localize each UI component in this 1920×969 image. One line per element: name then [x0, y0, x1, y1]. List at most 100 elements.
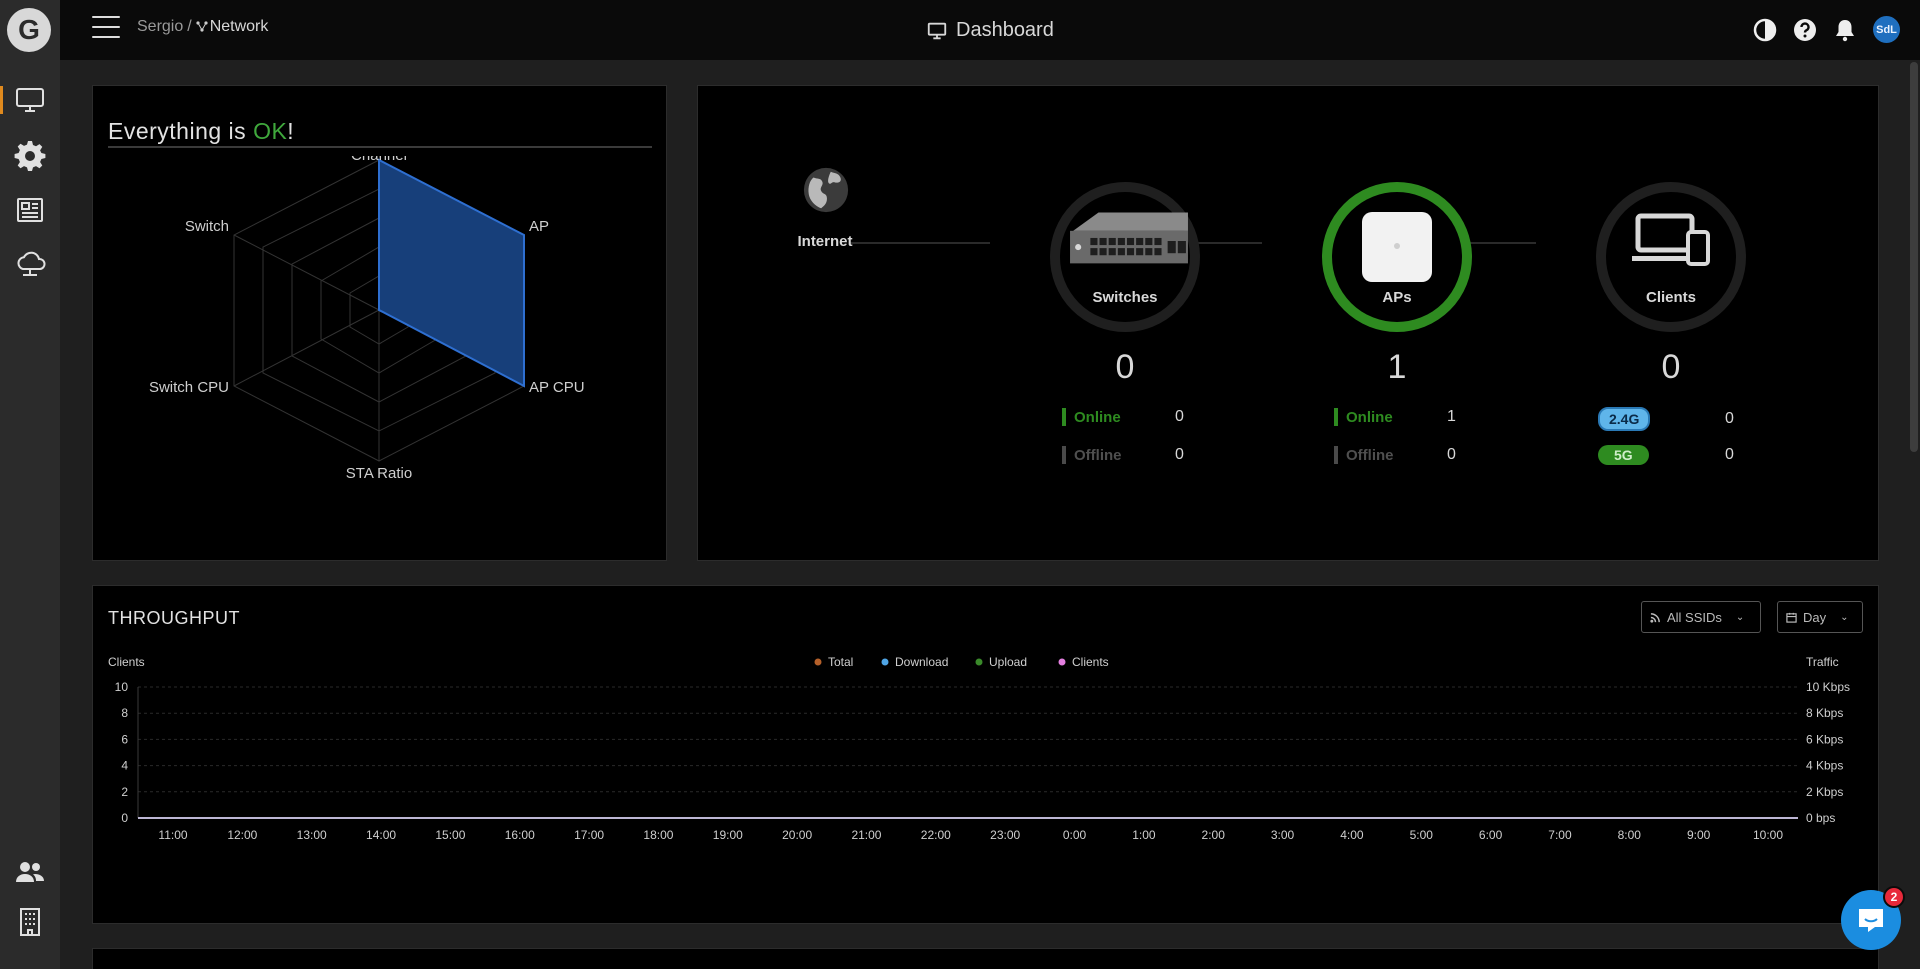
contrast-icon — [1753, 18, 1777, 41]
offline-indicator — [1334, 446, 1338, 464]
aps-node[interactable]: APs 1 — [1322, 182, 1472, 386]
chevron-down-icon: ⌄ — [1735, 611, 1745, 623]
breadcrumb-network[interactable]: Network — [210, 18, 269, 35]
y-left-tick: 6 — [121, 732, 128, 746]
aps-offline-row: Offline 0 — [1334, 446, 1464, 464]
x-tick: 17:00 — [574, 828, 604, 842]
page-title-text: Dashboard — [956, 19, 1054, 41]
menu-toggle-button[interactable] — [92, 16, 120, 38]
status-ok: OK — [253, 118, 288, 144]
clients-label: Clients — [1645, 289, 1696, 306]
nav-users[interactable] — [0, 850, 60, 894]
right-axis-title: Traffic — [1806, 656, 1839, 669]
legend-label: Clients — [1072, 656, 1109, 669]
radar-label-switch-cpu: Switch CPU — [149, 379, 229, 396]
x-tick: 11:00 — [158, 828, 187, 842]
ssid-filter-dropdown[interactable]: All SSIDs ⌄ — [1641, 601, 1761, 633]
online-indicator — [1062, 408, 1066, 426]
radar-label-ap: AP — [529, 218, 549, 235]
legend-marker — [814, 658, 822, 666]
throughput-title: THROUGHPUT — [108, 608, 240, 628]
aps-ring: APs — [1322, 182, 1472, 332]
period-filter-value: Day — [1803, 609, 1827, 625]
question-circle-icon — [1794, 18, 1816, 41]
theme-toggle-button[interactable] — [1753, 18, 1777, 42]
chat-button[interactable]: 2 — [1841, 886, 1905, 950]
app-logo[interactable]: G — [7, 8, 51, 52]
nav-reports[interactable] — [0, 188, 60, 232]
x-tick: 2:00 — [1202, 828, 1226, 842]
legend-label: Download — [895, 656, 948, 669]
aps-label: APs — [1382, 289, 1412, 306]
clients-node[interactable]: Clients 0 — [1596, 182, 1746, 386]
topology-panel: Internet Switches 0 Online 0 Offline 0 A… — [697, 85, 1879, 561]
health-radar-chart: Channel AP AP CPU STA Ratio Switch CPU S… — [149, 156, 585, 482]
radar-label-sta-ratio: STA Ratio — [346, 465, 412, 482]
throughput-panel: THROUGHPUT All SSIDs ⌄ Day ⌄ Clients Traf… — [92, 585, 1879, 924]
clients-count: 0 — [1661, 348, 1681, 386]
gear-icon — [14, 141, 46, 171]
devices-icon — [1632, 213, 1710, 266]
x-tick: 19:00 — [713, 828, 743, 842]
aps-online-label: Online — [1346, 408, 1393, 426]
notifications-button[interactable] — [1833, 18, 1857, 42]
left-axis-title: Clients — [108, 656, 145, 669]
legend-label: Upload — [989, 656, 1027, 669]
clients-band1-row: 2.4G 0 — [1598, 407, 1738, 431]
ssid-filter-value: All SSIDs — [1667, 609, 1722, 625]
switch-device-icon — [1070, 212, 1188, 264]
x-tick: 23:00 — [990, 828, 1020, 842]
monitor-icon — [927, 22, 947, 39]
network-status-panel: Everything is OK! Channel AP AP CPU STA … — [92, 85, 667, 561]
y-left-tick: 8 — [121, 706, 128, 720]
switches-label: Switches — [1092, 289, 1158, 306]
x-tick: 20:00 — [782, 828, 812, 842]
switches-node[interactable]: Switches 0 — [1050, 182, 1200, 386]
switches-online-row: Online 0 — [1062, 408, 1192, 426]
top-bar: Sergio / Network Dashboard SdL — [60, 0, 1920, 60]
y-right-tick: 6 Kbps — [1806, 732, 1843, 746]
network-icon — [196, 21, 208, 32]
nav-dashboard[interactable] — [0, 78, 60, 122]
nav-organization[interactable] — [0, 900, 60, 944]
x-tick: 16:00 — [505, 828, 535, 842]
aps-offline-label: Offline — [1346, 446, 1394, 464]
x-tick: 22:00 — [921, 828, 951, 842]
scrollbar[interactable] — [1910, 62, 1918, 452]
y-right-tick: 10 Kbps — [1806, 680, 1850, 694]
chevron-down-icon: ⌄ — [1840, 611, 1849, 623]
switches-ring: Switches — [1050, 182, 1200, 332]
aps-online-value: 1 — [1447, 408, 1456, 425]
x-tick: 3:00 — [1271, 828, 1295, 842]
throughput-chart: Clients Traffic Total Download Upload Clients… — [108, 656, 1850, 842]
globe-icon — [803, 167, 849, 213]
band-5g-badge: 5G — [1598, 445, 1649, 465]
x-tick: 14:00 — [366, 828, 396, 842]
bell-icon — [1836, 19, 1854, 41]
monitor-icon — [16, 88, 44, 112]
band-24g-badge: 2.4G — [1598, 407, 1651, 431]
x-tick: 8:00 — [1618, 828, 1642, 842]
breadcrumb-separator: / — [187, 18, 192, 35]
help-button[interactable] — [1793, 18, 1817, 42]
x-tick: 4:00 — [1340, 828, 1364, 842]
calendar-icon — [1786, 612, 1797, 623]
cloud-network-icon — [17, 251, 46, 276]
x-tick: 6:00 — [1479, 828, 1503, 842]
period-filter-dropdown[interactable]: Day ⌄ — [1777, 601, 1863, 633]
x-tick: 21:00 — [851, 828, 881, 842]
clients-ring: Clients — [1596, 182, 1746, 332]
building-icon — [20, 908, 40, 936]
y-right-tick: 8 Kbps — [1806, 706, 1843, 720]
nav-cloud[interactable] — [0, 243, 60, 287]
y-left-tick: 4 — [121, 759, 128, 773]
nav-settings[interactable] — [0, 133, 60, 177]
radar-label-channel: Channel — [351, 156, 407, 164]
breadcrumb-org[interactable]: Sergio — [137, 18, 183, 35]
y-right-tick: 0 bps — [1806, 811, 1835, 825]
switches-online-value: 0 — [1175, 408, 1184, 425]
user-avatar[interactable]: SdL — [1873, 16, 1900, 43]
x-tick: 10:00 — [1753, 828, 1783, 842]
chat-bubble-icon — [1859, 909, 1883, 932]
x-tick: 5:00 — [1410, 828, 1434, 842]
